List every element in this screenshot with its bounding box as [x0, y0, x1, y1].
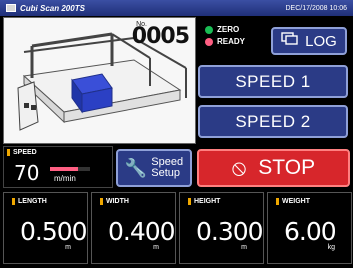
height-panel: HEIGHT 0.300 m [179, 192, 264, 264]
weight-value: 6.00 [284, 217, 337, 246]
speed-1-label: SPEED 1 [235, 71, 311, 91]
weight-panel: WEIGHT 6.00 kg [267, 192, 352, 264]
window-stack-icon [281, 32, 299, 50]
scanner-viewport: No. 0005 [3, 17, 196, 144]
speed-level-bar [50, 167, 90, 171]
height-unit: m [241, 244, 247, 251]
status-panel: ZERO READY [205, 24, 245, 48]
speed-value: 70 [14, 161, 40, 185]
width-label: WIDTH [106, 198, 129, 205]
length-value: 0.500 [20, 217, 88, 246]
width-value: 0.400 [108, 217, 176, 246]
app-title: Cubi Scan 200TS [20, 3, 85, 13]
item-counter: 0005 [131, 24, 190, 49]
speed-setup-label: Speed Setup [151, 157, 183, 179]
ready-status: READY [205, 36, 245, 48]
height-header: HEIGHT [188, 198, 220, 205]
speed-unit: m/min [54, 174, 76, 183]
width-unit: m [153, 244, 159, 251]
width-panel: WIDTH 0.400 m [91, 192, 176, 264]
title-bar: Cubi Scan 200TS DEC/17/2008 10:06 [0, 0, 353, 16]
zero-label: ZERO [217, 25, 240, 34]
height-label: HEIGHT [194, 198, 221, 205]
speed-panel-header: SPEED [7, 149, 37, 156]
length-label: LENGTH [18, 198, 47, 205]
stop-button-label: STOP [258, 156, 316, 179]
weight-unit: kg [327, 244, 335, 251]
speed-2-button[interactable]: SPEED 2 [198, 105, 348, 138]
length-panel: LENGTH 0.500 m [3, 192, 88, 264]
speed-2-label: SPEED 2 [235, 111, 311, 131]
length-header: LENGTH [12, 198, 47, 205]
log-button[interactable]: LOG [271, 27, 347, 55]
label-mark-icon [100, 198, 103, 205]
speed-setup-button[interactable]: 🔧 Speed Setup [116, 149, 192, 187]
speed-1-button[interactable]: SPEED 1 [198, 65, 348, 98]
clock: DEC/17/2008 10:06 [285, 4, 348, 12]
ready-indicator-icon [205, 38, 213, 46]
label-mark-icon [12, 198, 15, 205]
speed-label: SPEED [13, 149, 37, 156]
zero-indicator-icon [205, 26, 213, 34]
stop-button[interactable]: ⦸ STOP [197, 149, 350, 187]
speed-setup-line-2: Setup [151, 167, 181, 179]
speed-level-fill [50, 167, 78, 171]
app-icon [6, 4, 16, 12]
wrench-icon: 🔧 [124, 157, 148, 178]
label-mark-icon [188, 198, 191, 205]
height-value: 0.300 [196, 217, 264, 246]
label-mark-icon [7, 149, 10, 156]
weight-header: WEIGHT [276, 198, 310, 205]
length-unit: m [65, 244, 71, 251]
width-header: WIDTH [100, 198, 129, 205]
log-button-label: LOG [305, 32, 337, 50]
weight-label: WEIGHT [282, 198, 310, 205]
ready-label: READY [217, 37, 246, 46]
speed-panel: SPEED 70 m/min [3, 146, 113, 188]
label-mark-icon [276, 198, 279, 205]
zero-status: ZERO [205, 24, 245, 36]
no-entry-icon: ⦸ [231, 155, 247, 180]
